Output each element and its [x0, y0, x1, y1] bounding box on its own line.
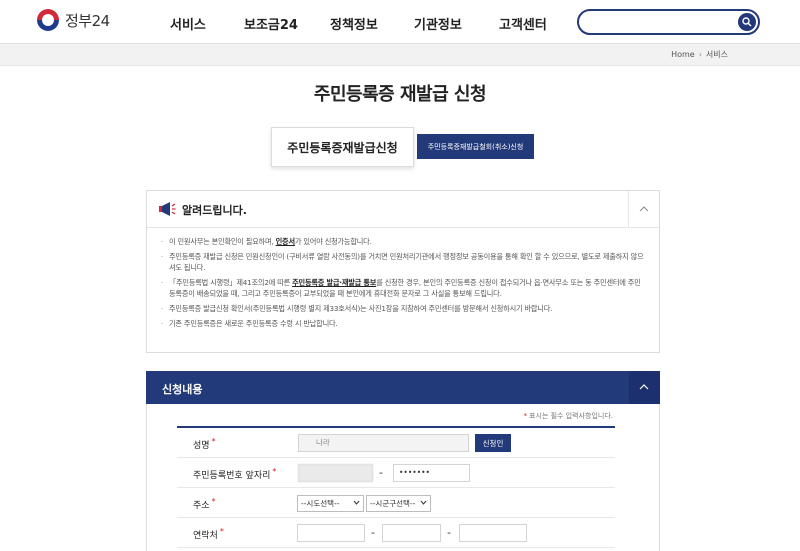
search-input[interactable] [589, 14, 729, 30]
notice-box: 알려드립니다. 이 민원사무는 본인확인이 필요하며, 인증서가 있어야 신청가… [146, 190, 660, 353]
panel-collapse-button[interactable] [629, 371, 660, 404]
page-title: 주민등록증 재발급 신청 [313, 84, 487, 105]
rrn-back-field[interactable]: ••••••• [393, 464, 470, 482]
breadcrumb-bar: Home › 서비스 [0, 44, 800, 66]
sido-select[interactable]: --시도선택-- [297, 495, 364, 512]
notice-title: 알려드립니다. [182, 204, 247, 217]
contact-field-1[interactable] [297, 524, 365, 542]
applicant-button[interactable]: 신청인 [475, 434, 511, 452]
search-button[interactable] [738, 13, 756, 31]
rrn-dash: - [379, 466, 383, 479]
notice-item: 주민등록증 발급신청 확인서(주민등록법 시행령 별지 제33호서식)는 사진1… [161, 303, 645, 314]
rrn-front-field[interactable] [298, 464, 373, 482]
contact-field-3[interactable] [459, 524, 527, 542]
contact-label: 연락처 * [193, 527, 224, 541]
form-row-address: 주소 * --시도선택-- --시군구선택-- [177, 489, 615, 518]
application-form: * 표시는 필수 입력사항입니다. 성명 * 나라 신청인 주민등록번호 앞자리 * … [146, 404, 660, 551]
taegeuk-emblem-icon [37, 9, 59, 31]
nav-item-subsidy[interactable]: 보조금24 [244, 14, 298, 33]
nav-item-policy[interactable]: 정책정보 [330, 14, 378, 33]
notice-item: 주민등록증 재발급 신청은 민원신청인이 (구비서류 열람 사전동의)를 거치면… [161, 251, 645, 273]
megaphone-icon [159, 202, 176, 216]
required-note: * 표시는 필수 입력사항입니다. [523, 412, 613, 420]
rrn-label: 주민등록번호 앞자리 * [193, 467, 277, 481]
form-row-rrn: 주민등록번호 앞자리 * - ••••••• [177, 459, 615, 488]
notice-item: 이 민원사무는 본인확인이 필요하며, 인증서가 있어야 신청가능합니다. [161, 236, 645, 247]
chevron-up-icon [639, 206, 649, 212]
chevron-up-icon [639, 384, 649, 390]
chevron-down-icon [353, 500, 360, 505]
search-box [577, 9, 760, 35]
logo-text: 정부24 [65, 11, 110, 30]
breadcrumb-current[interactable]: 서비스 [706, 49, 728, 60]
notice-header: 알려드립니다. [147, 191, 659, 228]
name-label: 성명 * [193, 437, 216, 451]
nav-item-services[interactable]: 서비스 [170, 14, 206, 33]
form-row-name: 성명 * 나라 신청인 [177, 429, 615, 458]
logo[interactable]: 정부24 [37, 9, 110, 31]
notice-item: 기존 주민등록증은 새로운 주민등록증 수령 시 반납합니다. [161, 318, 645, 329]
notice-collapse-button[interactable] [628, 191, 659, 228]
form-divider [177, 426, 615, 428]
nav-item-support[interactable]: 고객센터 [499, 14, 547, 33]
contact-field-2[interactable] [382, 524, 441, 542]
chevron-down-icon [420, 500, 427, 505]
address-label: 주소 * [193, 497, 216, 511]
contact-dash-2: - [447, 526, 451, 539]
search-icon [742, 17, 752, 27]
form-row-contact: 연락처 * - - [177, 519, 615, 548]
breadcrumb-home[interactable]: Home [671, 50, 695, 59]
nav-item-agency[interactable]: 기관정보 [414, 14, 462, 33]
tab-reissue-withdrawal[interactable]: 주민등록증재발급철회(취소)신청 [417, 134, 534, 159]
sigungu-select[interactable]: --시군구선택-- [366, 495, 431, 512]
breadcrumb: Home › 서비스 [671, 49, 728, 60]
site-header: 정부24 서비스 보조금24 정책정보 기관정보 고객센터 [0, 0, 800, 44]
name-field[interactable]: 나라 [298, 434, 469, 452]
required-star-icon: * [523, 412, 528, 420]
notice-list: 이 민원사무는 본인확인이 필요하며, 인증서가 있어야 신청가능합니다. 주민… [147, 228, 659, 329]
panel-title: 신청내용 [162, 383, 203, 396]
contact-dash-1: - [371, 526, 375, 539]
chevron-right-icon: › [698, 50, 702, 59]
tab-reissue-application[interactable]: 주민등록증재발급신청 [271, 127, 414, 167]
notice-item: 「주민등록법 시행령」제41조의2에 따른 주민등록증 발급·재발급 통보를 신… [161, 277, 645, 299]
application-panel-header: 신청내용 [146, 371, 660, 404]
